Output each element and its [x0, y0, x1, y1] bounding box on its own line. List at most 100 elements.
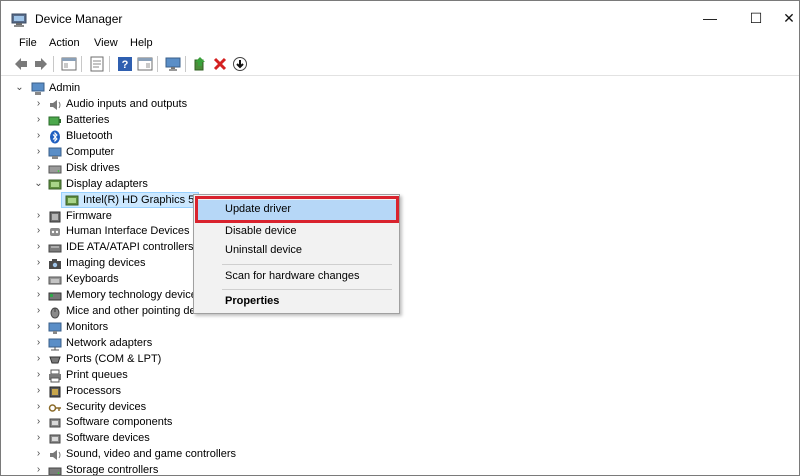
minimize-button[interactable]: —	[687, 1, 733, 35]
chevron-right-icon[interactable]: ›	[34, 114, 43, 126]
menu-view[interactable]: View	[94, 37, 118, 49]
chevron-right-icon[interactable]: ›	[34, 146, 43, 158]
context-menu-item-label: Properties	[225, 295, 280, 307]
context-menu-item-label: Disable device	[225, 225, 297, 237]
context-menu-item-label: Scan for hardware changes	[225, 270, 360, 282]
tree-item-bluetooth[interactable]: › Bluetooth	[1, 129, 601, 145]
toolbar-separator	[185, 56, 186, 72]
tree-item-computer[interactable]: › Computer	[1, 145, 601, 161]
tree-item-print-queues[interactable]: › Print queues	[1, 368, 601, 384]
chevron-right-icon[interactable]: ›	[34, 401, 43, 413]
software-device-icon	[49, 434, 61, 444]
chevron-right-icon[interactable]: ›	[34, 305, 43, 317]
tree-item-sound-video[interactable]: › Sound, video and game controllers	[1, 447, 601, 463]
computer-monitor-icon[interactable]	[165, 56, 181, 72]
context-menu-scan-hardware[interactable]: Scan for hardware changes	[197, 267, 396, 287]
tree-item-label: Disk drives	[66, 162, 120, 174]
context-menu-disable-device[interactable]: Disable device	[197, 222, 396, 242]
chevron-right-icon[interactable]: ›	[34, 289, 43, 301]
chevron-right-icon[interactable]: ›	[34, 162, 43, 174]
tree-item-label: Memory technology devices	[66, 289, 203, 301]
toolbar-separator	[81, 56, 82, 72]
chevron-right-icon[interactable]: ›	[34, 353, 43, 365]
tree-item-audio[interactable]: › Audio inputs and outputs	[1, 97, 601, 113]
properties-icon[interactable]	[89, 56, 105, 72]
firmware-chip-icon	[49, 211, 61, 223]
memory-card-icon	[48, 292, 62, 301]
display-adapter-icon	[48, 179, 62, 190]
chevron-down-icon[interactable]: ⌄	[15, 82, 24, 94]
forward-arrow-icon[interactable]	[33, 56, 49, 72]
hid-icon	[50, 228, 60, 236]
tree-item-label: Software devices	[66, 432, 150, 444]
context-menu-properties[interactable]: Properties	[197, 292, 396, 312]
tree-item-monitors[interactable]: › Monitors	[1, 320, 601, 336]
download-circle-icon[interactable]	[232, 56, 248, 72]
tree-item-label: Storage controllers	[66, 464, 159, 476]
tree-item-network[interactable]: › Network adapters	[1, 336, 601, 352]
tree-item-ports[interactable]: › Ports (COM & LPT)	[1, 352, 601, 368]
tree-item-storage-controllers[interactable]: › Storage controllers	[1, 463, 601, 476]
display-adapter-icon	[65, 195, 79, 206]
tree-item-label: Audio inputs and outputs	[66, 98, 188, 110]
mouse-icon	[50, 307, 60, 319]
menu-file[interactable]: File	[19, 37, 37, 49]
tree-item-security[interactable]: › Security devices	[1, 400, 601, 416]
chevron-right-icon[interactable]: ›	[34, 210, 43, 222]
chevron-right-icon[interactable]: ›	[34, 432, 43, 444]
maximize-button[interactable]: ☐	[733, 1, 779, 35]
chevron-right-icon[interactable]: ›	[34, 273, 43, 285]
tree-item-label: Bluetooth	[66, 130, 113, 142]
action-pane-icon[interactable]	[137, 56, 153, 72]
help-icon[interactable]: ?	[117, 56, 133, 72]
chevron-right-icon[interactable]: ›	[34, 337, 43, 349]
back-arrow-icon[interactable]	[13, 56, 29, 72]
speaker-icon	[50, 100, 61, 110]
tree-item-disk-drives[interactable]: › Disk drives	[1, 161, 601, 177]
close-button[interactable]: ✕	[779, 1, 799, 35]
chevron-right-icon[interactable]: ›	[34, 369, 43, 381]
tree-item-batteries[interactable]: › Batteries	[1, 113, 601, 129]
tree-item-display-adapters[interactable]: ⌄ Display adapters	[1, 177, 601, 193]
chevron-right-icon[interactable]: ›	[34, 241, 43, 253]
tree-root[interactable]: ⌄ Admin	[1, 81, 601, 97]
update-driver-icon[interactable]	[192, 56, 208, 72]
chevron-down-icon[interactable]: ⌄	[34, 178, 43, 190]
toolbar-separator	[53, 56, 54, 72]
chevron-right-icon[interactable]: ›	[34, 130, 43, 142]
chevron-right-icon[interactable]: ›	[34, 98, 43, 110]
tree-item-label: Keyboards	[66, 273, 119, 285]
bluetooth-icon	[50, 130, 60, 144]
chevron-right-icon[interactable]: ›	[34, 416, 43, 428]
ide-controller-icon	[48, 244, 62, 253]
tree-item-software-devices[interactable]: › Software devices	[1, 431, 601, 447]
title-bar: Device Manager — ☐ ✕	[1, 1, 799, 35]
tree-item-label: Monitors	[66, 321, 109, 333]
chevron-right-icon[interactable]: ›	[34, 464, 43, 475]
sound-icon	[50, 450, 61, 460]
menu-action[interactable]: Action	[49, 37, 80, 49]
chevron-right-icon[interactable]: ›	[34, 257, 43, 269]
printer-icon	[49, 369, 61, 383]
context-menu-separator	[222, 289, 392, 290]
tree-item-processors[interactable]: › Processors	[1, 384, 601, 400]
toolbar-separator	[109, 56, 110, 72]
show-hide-console-tree-icon[interactable]	[61, 56, 77, 72]
context-menu-uninstall-device[interactable]: Uninstall device	[197, 241, 396, 261]
tree-item-label: Sound, video and game controllers	[66, 448, 236, 460]
tree-item-intel-graphics[interactable]: Intel(R) HD Graphics 520	[61, 192, 207, 208]
chevron-right-icon[interactable]: ›	[34, 225, 43, 237]
monitor-icon	[48, 322, 62, 334]
software-component-icon	[49, 418, 61, 428]
uninstall-red-x-icon[interactable]	[212, 56, 228, 72]
tree-item-label: Processors	[66, 385, 122, 397]
chevron-right-icon[interactable]: ›	[34, 385, 43, 397]
tree-item-label: Batteries	[66, 114, 110, 126]
keyboard-icon	[48, 276, 62, 285]
chevron-right-icon[interactable]: ›	[34, 448, 43, 460]
tree-item-software-components[interactable]: › Software components	[1, 415, 601, 431]
battery-icon	[48, 116, 61, 126]
menu-bar: File Action View Help	[1, 35, 799, 53]
chevron-right-icon[interactable]: ›	[34, 321, 43, 333]
menu-help[interactable]: Help	[130, 37, 153, 49]
